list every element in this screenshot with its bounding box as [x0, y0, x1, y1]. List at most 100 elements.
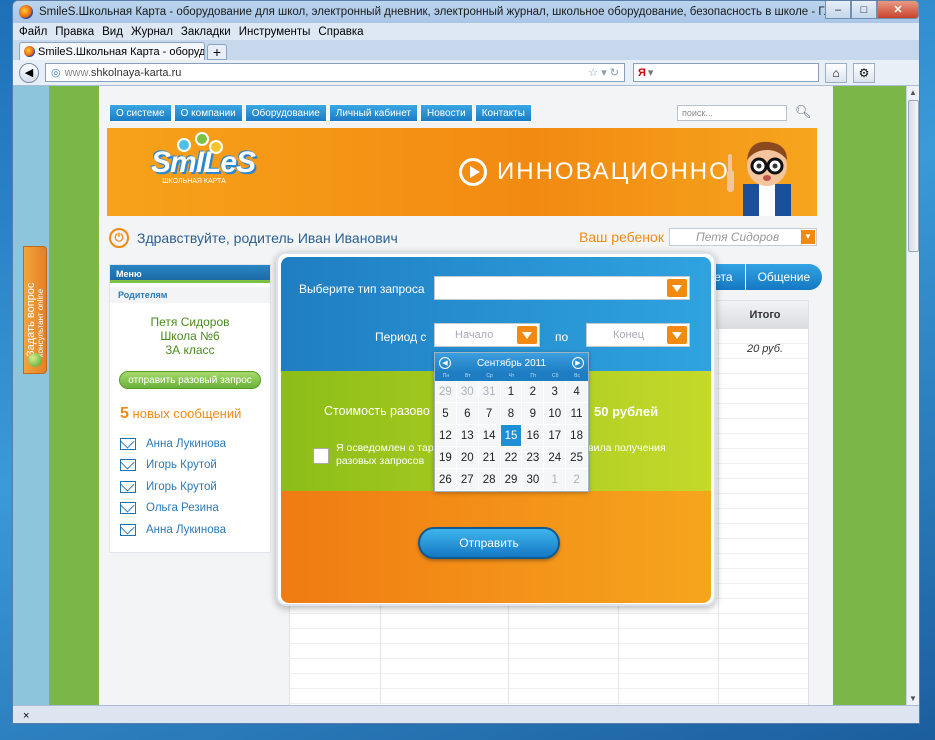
calendar-day[interactable]: 30	[456, 381, 479, 403]
chevron-down-icon[interactable]: ▼	[801, 230, 815, 244]
close-button[interactable]: ✕	[877, 1, 919, 19]
calendar-day[interactable]: 27	[456, 469, 479, 491]
calendar-day[interactable]: 25	[566, 447, 588, 469]
menu-bookmarks[interactable]: Закладки	[181, 26, 231, 38]
browser-tab[interactable]: SmileS.Школьная Карта - оборудовани... ✕	[19, 42, 205, 60]
menu-edit[interactable]: Правка	[55, 26, 94, 38]
message-item[interactable]: Игорь Крутой	[120, 455, 270, 477]
child-select[interactable]: Петя Сидоров ▼	[669, 228, 817, 246]
scroll-up-icon[interactable]: ▲	[909, 88, 917, 97]
scroll-thumb[interactable]	[908, 100, 919, 252]
calendar-day[interactable]: 29	[500, 469, 523, 491]
calendar-day[interactable]: 18	[566, 425, 588, 447]
bookmark-star-icon[interactable]: ☆ ▾ ↻	[588, 66, 619, 79]
menu-tools[interactable]: Инструменты	[239, 26, 311, 38]
firefox-icon	[19, 5, 33, 19]
home-icon[interactable]: ⌂	[825, 62, 847, 83]
address-bar[interactable]: ◎ www. shkolnaya-karta.ru ☆ ▾ ↻	[45, 63, 625, 82]
calendar-day[interactable]: 11	[566, 403, 588, 425]
calendar-day[interactable]: 4	[566, 381, 588, 403]
send-button[interactable]: Отправить	[418, 527, 560, 559]
sidebar-section-parents[interactable]: Родителям	[110, 287, 270, 303]
calendar-day[interactable]: 19	[435, 447, 457, 469]
vertical-scrollbar[interactable]: ▲ ▼	[906, 86, 919, 705]
tab-communication[interactable]: Общение	[744, 264, 823, 290]
menu-view[interactable]: Вид	[102, 26, 123, 38]
calendar-day[interactable]: 9	[522, 403, 545, 425]
message-item[interactable]: Игорь Крутой	[120, 476, 270, 498]
back-button[interactable]: ◀	[19, 62, 39, 83]
weekday-row: Пн Вт Ср Чт Пт Сб Вс	[435, 373, 588, 381]
message-item[interactable]: Ольга Резина	[120, 498, 270, 520]
new-messages-count[interactable]: 5 новых сообщений	[120, 405, 270, 423]
search-icon[interactable]: 🔍︎	[795, 104, 812, 120]
message-item[interactable]: Анна Лукинова	[120, 519, 270, 541]
nav-news[interactable]: Новости	[420, 104, 473, 122]
chevron-down-icon[interactable]	[667, 326, 687, 344]
nav-equipment[interactable]: Оборудование	[244, 104, 327, 122]
minimize-button[interactable]: –	[825, 1, 851, 19]
calendar-day[interactable]: 24	[544, 447, 567, 469]
calendar-day[interactable]: 8	[500, 403, 523, 425]
chevron-down-icon[interactable]	[667, 279, 687, 297]
calendar-day[interactable]: 2	[566, 469, 588, 491]
calendar-day[interactable]: 14	[478, 425, 501, 447]
status-close-icon[interactable]: ×	[23, 710, 29, 722]
nav-account[interactable]: Личный кабинет	[328, 104, 419, 122]
period-to-placeholder: Конец	[613, 329, 645, 341]
request-type-select[interactable]	[434, 276, 690, 300]
scroll-down-icon[interactable]: ▼	[909, 694, 917, 703]
nav-about-company[interactable]: О компании	[173, 104, 243, 122]
calendar-day[interactable]: 5	[435, 403, 457, 425]
new-tab-button[interactable]: +	[207, 44, 227, 60]
message-sender: Игорь Крутой	[146, 459, 217, 472]
nav-contacts[interactable]: Контакты	[474, 104, 532, 122]
addon-icon[interactable]: ⚙	[853, 62, 875, 83]
calendar-day[interactable]: 20	[456, 447, 479, 469]
next-month-icon[interactable]: ▶	[572, 357, 584, 369]
chevron-down-icon[interactable]	[517, 326, 537, 344]
calendar-day[interactable]: 26	[435, 469, 457, 491]
calendar-day[interactable]: 16	[522, 425, 545, 447]
search-bar[interactable]: Я ▾	[633, 63, 819, 82]
nav-about-system[interactable]: О системе	[109, 104, 172, 122]
calendar-day[interactable]: 17	[544, 425, 567, 447]
send-single-request-button[interactable]: отправить разовый запрос	[119, 371, 261, 389]
greeting: ⏻ Здравствуйте, родитель Иван Иванович	[109, 228, 398, 248]
menu-history[interactable]: Журнал	[131, 26, 173, 38]
calendar-day[interactable]: 21	[478, 447, 501, 469]
calendar-day[interactable]: 7	[478, 403, 501, 425]
calendar-day[interactable]: 22	[500, 447, 523, 469]
ask-question-widget[interactable]: Задать вопрос консультант online	[23, 246, 47, 374]
calendar-day[interactable]: 10	[544, 403, 567, 425]
calendar-day[interactable]: 2	[522, 381, 545, 403]
calendar-day[interactable]: 3	[544, 381, 567, 403]
agree-checkbox[interactable]	[313, 448, 329, 464]
calendar-day[interactable]: 6	[456, 403, 479, 425]
weekday-label: Вс	[574, 373, 580, 379]
ask-question-text: Задать вопрос консультант online	[25, 283, 46, 357]
calendar-day[interactable]: 12	[435, 425, 457, 447]
period-to-input[interactable]: Конец	[586, 323, 690, 347]
maximize-button[interactable]: □	[851, 1, 877, 19]
calendar-day[interactable]: 1	[544, 469, 567, 491]
menu-help[interactable]: Справка	[318, 26, 363, 38]
calendar-day[interactable]: 1	[500, 381, 523, 403]
yandex-icon[interactable]: Я	[638, 67, 646, 79]
prev-month-icon[interactable]: ◀	[439, 357, 451, 369]
message-item[interactable]: Анна Лукинова	[120, 433, 270, 455]
calendar-day[interactable]: 15	[500, 425, 523, 447]
calendar-day[interactable]: 30	[522, 469, 545, 491]
play-icon[interactable]	[459, 158, 487, 186]
calendar-day[interactable]: 29	[435, 381, 457, 403]
calendar-day[interactable]: 23	[522, 447, 545, 469]
menu-file[interactable]: Файл	[19, 26, 47, 38]
power-icon[interactable]: ⏻	[109, 228, 129, 248]
period-from-input[interactable]: Начало	[434, 323, 540, 347]
calendar-day[interactable]: 28	[478, 469, 501, 491]
messages-label: новых сообщений	[132, 406, 242, 421]
calendar-day[interactable]: 13	[456, 425, 479, 447]
tab-title: SmileS.Школьная Карта - оборудовани...	[38, 45, 205, 58]
site-search-input[interactable]: поиск...	[677, 105, 787, 121]
calendar-day[interactable]: 31	[478, 381, 501, 403]
